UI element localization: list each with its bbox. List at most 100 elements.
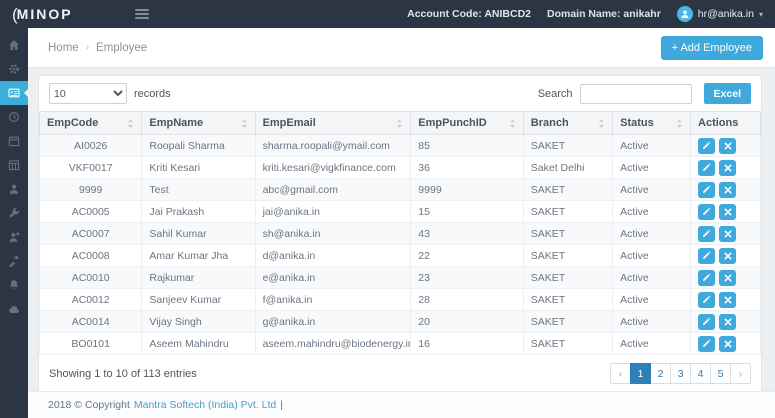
cell-emp-name: Vijay Singh bbox=[142, 311, 255, 333]
cell-actions bbox=[691, 179, 761, 201]
sidebar-item-gear[interactable] bbox=[0, 57, 28, 81]
company-link[interactable]: Mantra Softech (India) Pvt. Ltd bbox=[134, 399, 276, 411]
table-row: AC0014Vijay Singhg@anika.in20SAKETActive bbox=[40, 311, 761, 333]
column-header-empname[interactable]: EmpName bbox=[142, 112, 255, 135]
edit-button[interactable] bbox=[698, 292, 715, 308]
delete-button[interactable] bbox=[719, 314, 736, 330]
column-header-status[interactable]: Status bbox=[613, 112, 691, 135]
pagination-page-3[interactable]: 3 bbox=[670, 363, 691, 384]
sidebar-item-schedule[interactable] bbox=[0, 153, 28, 177]
edit-button[interactable] bbox=[698, 336, 715, 352]
topbar: ( MINOP Account Code: ANIBCD2 Domain Nam… bbox=[0, 0, 775, 28]
edit-button[interactable] bbox=[698, 160, 715, 176]
table-row: 9999Testabc@gmail.com9999SAKETActive bbox=[40, 179, 761, 201]
x-icon bbox=[724, 336, 732, 351]
sidebar-item-id-card[interactable] bbox=[0, 81, 28, 105]
breadcrumb-separator: › bbox=[86, 42, 89, 53]
user-icon bbox=[8, 183, 20, 195]
hamburger-menu-icon[interactable] bbox=[131, 5, 153, 23]
pagination-next[interactable]: › bbox=[730, 363, 751, 384]
cell-actions bbox=[691, 157, 761, 179]
column-header-branch[interactable]: Branch bbox=[523, 112, 612, 135]
pagination-page-1[interactable]: 1 bbox=[630, 363, 651, 384]
edit-button[interactable] bbox=[698, 226, 715, 242]
sidebar-item-tools[interactable] bbox=[0, 249, 28, 273]
delete-button[interactable] bbox=[719, 204, 736, 220]
cell-status: Active bbox=[613, 201, 691, 223]
sidebar-item-home[interactable] bbox=[0, 33, 28, 57]
cell-emp-code: AC0005 bbox=[40, 201, 142, 223]
cell-emp-code: VKF0017 bbox=[40, 157, 142, 179]
delete-button[interactable] bbox=[719, 182, 736, 198]
cell-branch: SAKET bbox=[523, 245, 612, 267]
breadcrumb: Home › Employee bbox=[48, 42, 147, 54]
sidebar bbox=[0, 28, 28, 418]
gear-icon bbox=[8, 63, 20, 75]
edit-button[interactable] bbox=[698, 270, 715, 286]
cell-branch: SAKET bbox=[523, 201, 612, 223]
search-input[interactable] bbox=[580, 84, 692, 104]
cell-emp-email: abc@gmail.com bbox=[255, 179, 411, 201]
search-label: Search bbox=[538, 88, 573, 100]
table-row: AI0026Roopali Sharmasharma.roopali@ymail… bbox=[40, 135, 761, 157]
delete-button[interactable] bbox=[719, 160, 736, 176]
cell-actions bbox=[691, 245, 761, 267]
edit-button[interactable] bbox=[698, 314, 715, 330]
id-card-icon bbox=[8, 87, 20, 99]
sidebar-item-history[interactable] bbox=[0, 105, 28, 129]
breadcrumb-home[interactable]: Home bbox=[48, 42, 79, 54]
sidebar-item-cloud[interactable] bbox=[0, 297, 28, 321]
cell-emp-email: jai@anika.in bbox=[255, 201, 411, 223]
table-row: AC0008Amar Kumar Jhad@anika.in22SAKETAct… bbox=[40, 245, 761, 267]
edit-button[interactable] bbox=[698, 248, 715, 264]
sort-icon bbox=[509, 118, 516, 129]
edit-button[interactable] bbox=[698, 204, 715, 220]
cell-actions bbox=[691, 311, 761, 333]
delete-button[interactable] bbox=[719, 292, 736, 308]
column-header-empcode[interactable]: EmpCode bbox=[40, 112, 142, 135]
column-header-empemail[interactable]: EmpEmail bbox=[255, 112, 411, 135]
cell-branch: SAKET bbox=[523, 135, 612, 157]
table-controls: 10 records Search Excel bbox=[39, 76, 761, 111]
sidebar-item-wrench[interactable] bbox=[0, 201, 28, 225]
chevron-down-icon: ▾ bbox=[759, 10, 763, 19]
account-code-label: Account Code: ANIBCD2 bbox=[407, 8, 531, 20]
delete-button[interactable] bbox=[719, 336, 736, 352]
pencil-icon bbox=[702, 226, 711, 241]
delete-button[interactable] bbox=[719, 138, 736, 154]
pagination-page-4[interactable]: 4 bbox=[690, 363, 711, 384]
sidebar-item-bell[interactable] bbox=[0, 273, 28, 297]
showing-entries: Showing 1 to 10 of 113 entries bbox=[49, 368, 197, 380]
cell-actions bbox=[691, 201, 761, 223]
pagination-page-5[interactable]: 5 bbox=[710, 363, 731, 384]
pagination-page-2[interactable]: 2 bbox=[650, 363, 671, 384]
edit-button[interactable] bbox=[698, 182, 715, 198]
cell-status: Active bbox=[613, 135, 691, 157]
app: { "header": { "logo_text": "MINOP", "acc… bbox=[0, 0, 775, 418]
cell-emp-punch-id: 15 bbox=[411, 201, 523, 223]
delete-button[interactable] bbox=[719, 270, 736, 286]
column-header-emppunchid[interactable]: EmpPunchID bbox=[411, 112, 523, 135]
sidebar-item-user[interactable] bbox=[0, 177, 28, 201]
sidebar-item-calendar[interactable] bbox=[0, 129, 28, 153]
pencil-icon bbox=[702, 160, 711, 175]
excel-button[interactable]: Excel bbox=[704, 83, 751, 104]
cell-branch: Saket Delhi bbox=[523, 157, 612, 179]
sidebar-item-user-cog[interactable] bbox=[0, 225, 28, 249]
user-menu[interactable]: hr@anika.in ▾ bbox=[677, 6, 763, 22]
app-logo: ( MINOP bbox=[12, 6, 73, 23]
cell-emp-punch-id: 9999 bbox=[411, 179, 523, 201]
add-employee-button[interactable]: + Add Employee bbox=[661, 36, 763, 60]
cell-emp-name: Aseem Mahindru bbox=[142, 333, 255, 355]
table-header-row: EmpCodeEmpNameEmpEmailEmpPunchIDBranchSt… bbox=[40, 112, 761, 135]
cell-emp-punch-id: 36 bbox=[411, 157, 523, 179]
edit-button[interactable] bbox=[698, 138, 715, 154]
pagination-prev[interactable]: ‹ bbox=[610, 363, 631, 384]
user-cog-icon bbox=[8, 231, 20, 243]
breadcrumb-bar: Home › Employee + Add Employee bbox=[28, 28, 775, 68]
delete-button[interactable] bbox=[719, 248, 736, 264]
bell-icon bbox=[8, 279, 20, 291]
logo-text: MINOP bbox=[17, 6, 73, 22]
delete-button[interactable] bbox=[719, 226, 736, 242]
page-size-select[interactable]: 10 bbox=[49, 83, 127, 104]
